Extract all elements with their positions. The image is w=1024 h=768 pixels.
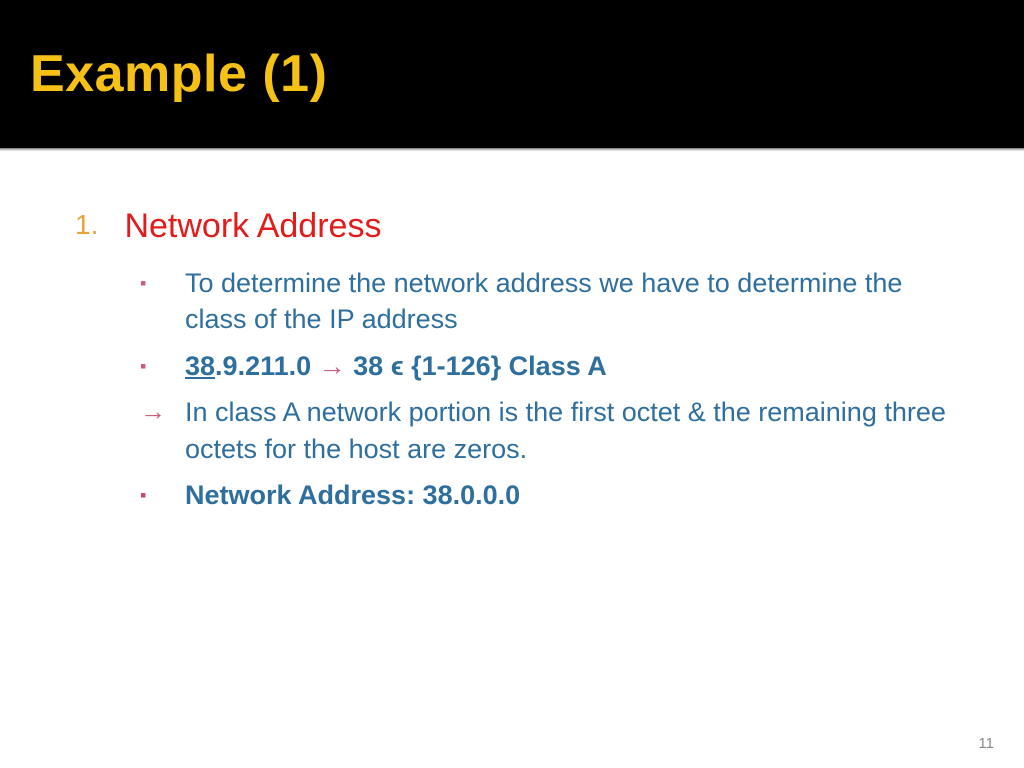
section-heading: Network Address — [124, 206, 381, 247]
bullet-item: ▪ 38.9.211.0 → 38 ϵ {1-126} Class A — [140, 348, 964, 384]
content-area: 1. Network Address ▪ To determine the ne… — [0, 151, 1024, 513]
bullet-text: 38.9.211.0 → 38 ϵ {1-126} Class A — [185, 348, 964, 384]
list-number: 1. — [75, 206, 120, 244]
bullet-text: Network Address: 38.0.0.0 — [185, 477, 964, 513]
class-range: 38 ϵ {1-126} Class A — [346, 351, 607, 381]
bullet-item: → In class A network portion is the firs… — [140, 394, 964, 467]
ip-rest: .9.211.0 — [215, 351, 319, 381]
square-bullet-icon: ▪ — [140, 265, 185, 295]
square-bullet-icon: ▪ — [140, 477, 185, 507]
arrow-icon: → — [319, 351, 346, 381]
bullet-text: To determine the network address we have… — [185, 265, 964, 338]
bullet-item: ▪ Network Address: 38.0.0.0 — [140, 477, 964, 513]
square-bullet-icon: ▪ — [140, 348, 185, 378]
slide: { "title": "Example (1)", "list_number":… — [0, 0, 1024, 768]
bullet-item: ▪ To determine the network address we ha… — [140, 265, 964, 338]
list-item-1: 1. Network Address — [75, 206, 964, 247]
ip-first-octet: 38 — [185, 351, 215, 381]
sub-list: ▪ To determine the network address we ha… — [140, 265, 964, 514]
slide-title: Example (1) — [30, 44, 327, 104]
bullet-text: In class A network portion is the first … — [185, 394, 964, 467]
title-bar: Example (1) — [0, 0, 1024, 148]
arrow-bullet-icon: → — [140, 394, 185, 429]
page-number: 11 — [978, 735, 994, 752]
